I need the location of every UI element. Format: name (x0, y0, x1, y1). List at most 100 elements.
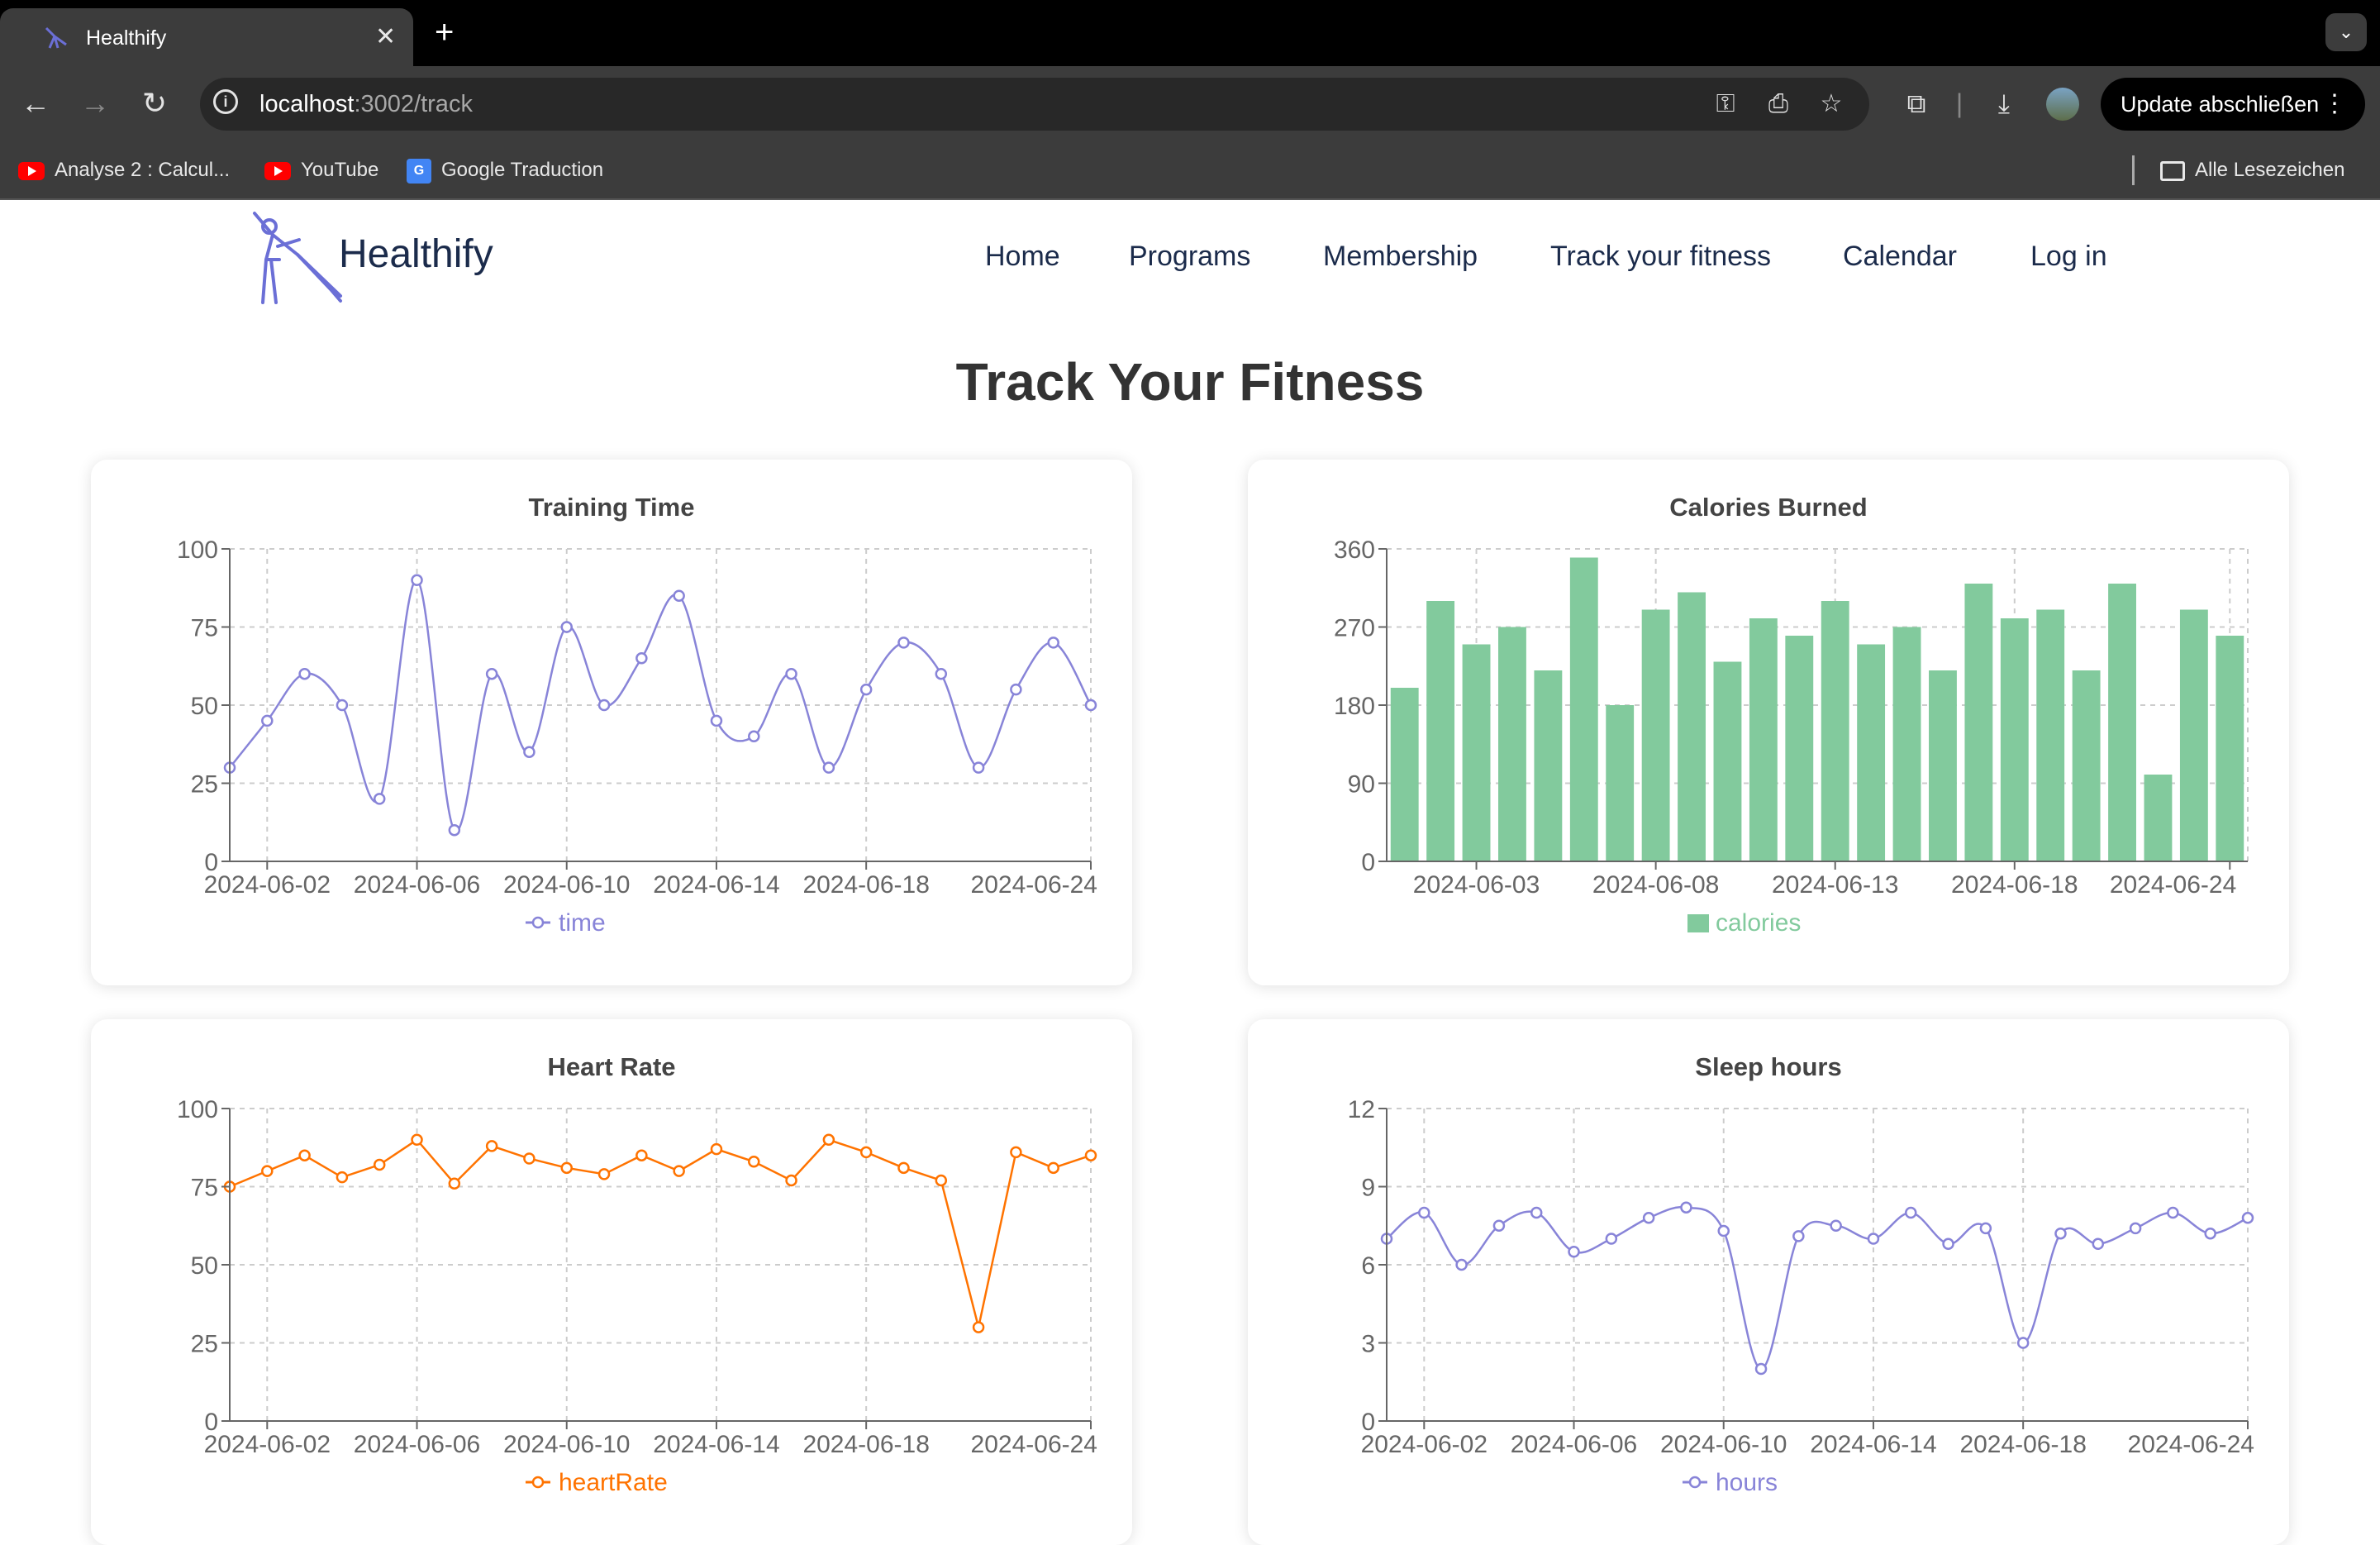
bookmark-youtube[interactable]: YouTube (264, 157, 378, 184)
data-point (411, 1133, 423, 1147)
x-tick-label: 2024-06-02 (1361, 1431, 1488, 1458)
forward-arrow-icon[interactable]: → (76, 84, 114, 122)
bar-mark (2179, 609, 2208, 861)
heart-rate-card: Heart Rate 0 25 50 75 100 2024-06-02 2024-06-06… (91, 1019, 1132, 1545)
tab-title: Healthify (86, 26, 167, 50)
data-point (1680, 1201, 1692, 1214)
data-point (1942, 1237, 1954, 1251)
data-point (1792, 1230, 1805, 1242)
data-point (1979, 1222, 1992, 1235)
data-point (523, 746, 536, 758)
y-tick-label: 3 (1361, 1331, 1375, 1358)
data-point (448, 823, 461, 837)
bar-mark (2036, 609, 2065, 861)
bookmark-google-translate[interactable]: G Google Traduction (407, 157, 603, 184)
data-point (1010, 683, 1022, 696)
nav-home[interactable]: Home (985, 240, 1060, 273)
bookmarks-bar: Analyse 2 : Calcul... YouTube G Google Tr… (0, 141, 2380, 200)
nav-log-in[interactable]: Log in (2030, 240, 2107, 273)
data-point (1084, 1149, 1097, 1161)
all-bookmarks[interactable]: Alle Lesezeichen (2160, 157, 2344, 184)
data-point (859, 683, 873, 696)
data-point (411, 574, 423, 587)
x-tick-label: 2024-06-08 (1592, 871, 1719, 899)
bookmarks-divider (2132, 155, 2135, 185)
data-point (935, 667, 948, 680)
url-text[interactable]: localhost:3002/track (259, 89, 473, 119)
site-info-icon[interactable]: i (213, 89, 238, 114)
browser-tab[interactable]: Healthify ✕ (0, 8, 413, 66)
brand-name[interactable]: Healthify (339, 231, 493, 278)
bookmark-star-icon[interactable]: ☆ (1815, 88, 1848, 121)
x-tick-label: 2024-06-10 (1660, 1431, 1787, 1458)
bar-mark (1498, 627, 1526, 861)
legend-label: time (559, 909, 606, 937)
browser-menu-icon[interactable]: ⋮ (2322, 78, 2347, 131)
nav-membership[interactable]: Membership (1323, 240, 1478, 273)
update-button[interactable]: Update abschließen ⋮ (2101, 78, 2365, 131)
bar-mark (1929, 670, 1957, 861)
bar-mark (1534, 670, 1563, 861)
calories-burned-chart: Calories Burned 0 90 180 270 360 2024-06-03 202… (1334, 493, 2249, 937)
data-point (1754, 1362, 1768, 1376)
downloads-icon[interactable]: ⤓ (1985, 84, 2023, 122)
data-point (635, 1149, 648, 1161)
tab-search-chevron-icon[interactable]: ⌄ (2325, 13, 2367, 51)
legend-label: hours (1716, 1469, 1778, 1496)
data-point (972, 761, 985, 774)
training-time-chart: Training Time02550751002024-06-02 2024-06… (177, 493, 1097, 937)
nav-track-your-fitness[interactable]: Track your fitness (1550, 240, 1771, 273)
healthify-favicon-icon (45, 26, 67, 49)
data-point (336, 1171, 349, 1184)
y-tick-label: 90 (1348, 771, 1375, 799)
y-tick-label: 25 (191, 1331, 218, 1358)
data-point (523, 1152, 536, 1165)
profile-avatar[interactable] (2046, 88, 2079, 121)
y-tick-label: 25 (191, 771, 218, 799)
page-content: Healthify Home Programs Membership Track… (0, 200, 2380, 1545)
data-point (897, 637, 910, 649)
data-point (1830, 1219, 1842, 1232)
data-point (2054, 1227, 2067, 1240)
bar-mark (1462, 644, 1491, 861)
data-point (597, 1168, 611, 1180)
youtube-icon (264, 161, 291, 180)
x-tick-label: 2024-06-02 (204, 1431, 331, 1458)
extensions-puzzle-icon[interactable]: ⧉ (1897, 84, 1935, 122)
x-tick-label: 2024-06-24 (971, 1431, 1097, 1458)
data-point (597, 699, 611, 712)
install-app-icon[interactable]: ⎙ (1762, 88, 1795, 121)
browser-toolbar: ← → ↻ i localhost:3002/track ⚿ ⎙ ☆ ⧉ | ⤓… (0, 66, 2380, 141)
nav-calendar[interactable]: Calendar (1843, 240, 1957, 273)
address-bar[interactable]: i localhost:3002/track ⚿ ⎙ ☆ (200, 78, 1869, 131)
data-point (635, 652, 648, 665)
bookmark-analyse[interactable]: Analyse 2 : Calcul... (18, 157, 230, 184)
reload-icon[interactable]: ↻ (136, 84, 174, 122)
new-tab-icon[interactable]: + (435, 15, 454, 50)
data-point (373, 1158, 386, 1171)
data-point (485, 667, 498, 680)
healthify-logo-icon[interactable] (248, 210, 347, 308)
y-tick-label: 180 (1334, 693, 1375, 720)
back-arrow-icon[interactable]: ← (17, 84, 55, 122)
data-point (1642, 1212, 1655, 1224)
chart-title: Sleep hours (1695, 1052, 1841, 1081)
bar-mark (1749, 618, 1778, 861)
nav-programs[interactable]: Programs (1129, 240, 1250, 273)
data-point (1418, 1206, 1430, 1219)
data-point (2092, 1237, 2105, 1251)
y-tick-label: 75 (191, 615, 218, 642)
y-tick-label: 9 (1361, 1175, 1375, 1202)
chart-legend: calories (1687, 909, 1801, 937)
bar-mark (1426, 601, 1455, 861)
password-key-icon[interactable]: ⚿ (1709, 88, 1742, 121)
bar-mark (1641, 609, 1670, 861)
y-tick-label: 100 (177, 536, 218, 564)
browser-tab-bar: Healthify ✕ + ⌄ (0, 0, 2380, 66)
x-tick-label: 2024-06-18 (802, 871, 929, 899)
calories-burned-card: Calories Burned 0 90 180 270 360 2024-06-03 202… (1248, 460, 2289, 985)
x-tick-label: 2024-06-06 (354, 1431, 480, 1458)
data-point (748, 1156, 760, 1168)
close-tab-icon[interactable]: ✕ (375, 23, 396, 51)
legend-swatch-point (531, 1476, 545, 1489)
